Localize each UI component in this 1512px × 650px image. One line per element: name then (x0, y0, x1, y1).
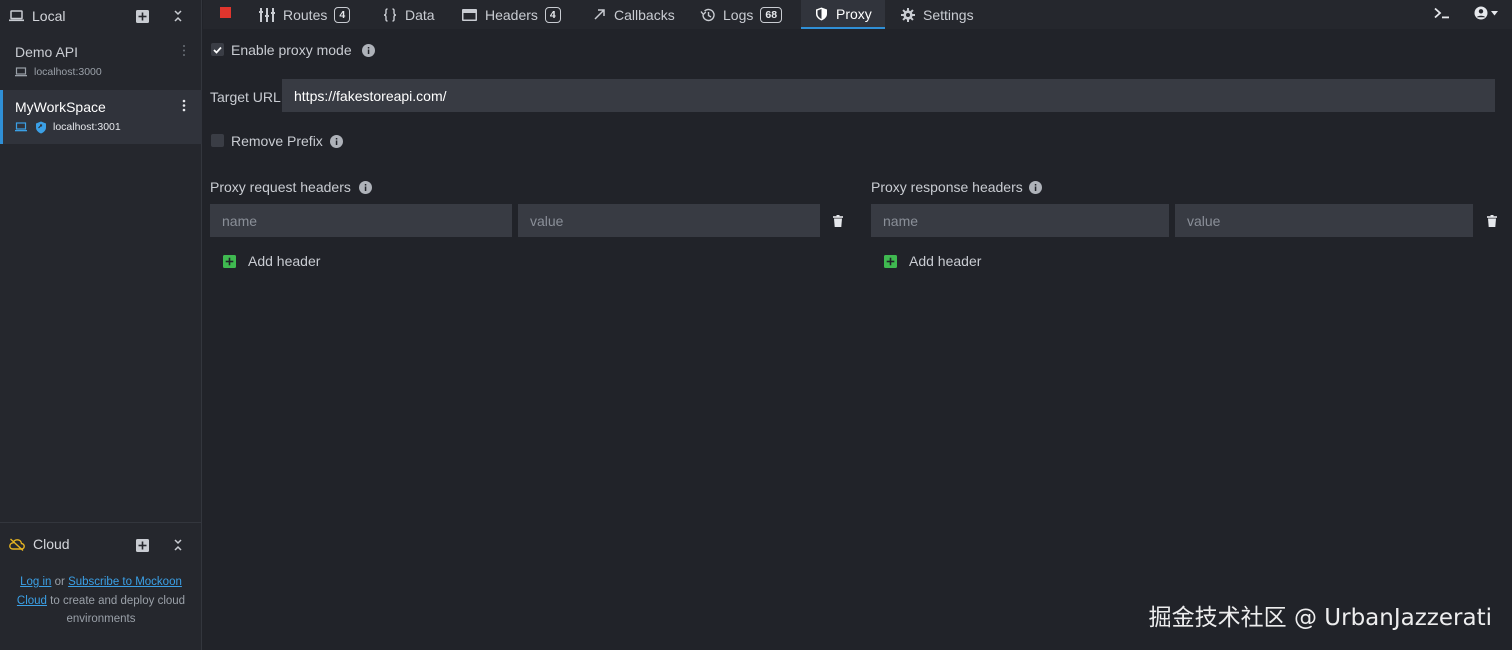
collapse-icon[interactable] (170, 537, 186, 553)
info-icon[interactable] (359, 181, 372, 194)
laptop-icon (15, 122, 27, 132)
logs-count-badge: 68 (760, 6, 783, 23)
cloud-section-header: Cloud (9, 536, 70, 552)
target-url-input[interactable] (282, 79, 1495, 112)
top-navigation: Routes 4 Data Headers 4 Callbacks Logs 6… (203, 0, 1512, 29)
account-icon[interactable] (1474, 6, 1498, 20)
response-headers-title: Proxy response headers (871, 179, 1023, 195)
add-environment-button[interactable] (134, 8, 150, 24)
enable-proxy-checkbox[interactable] (211, 43, 224, 56)
proxy-shield-icon (35, 121, 47, 134)
tab-label: Logs (723, 6, 754, 23)
plus-square-icon (223, 254, 236, 268)
add-request-header-button[interactable]: Add header (223, 253, 320, 269)
watermark: 掘金技术社区 @ UrbanJazzerati (1148, 605, 1492, 631)
collapse-icon[interactable] (170, 8, 186, 24)
tab-settings[interactable]: Settings (901, 0, 974, 29)
environment-item-demo-api[interactable]: Demo API localhost:3000 (0, 35, 202, 89)
info-icon[interactable] (362, 44, 375, 57)
response-header-name-input[interactable] (871, 204, 1169, 237)
headers-icon (462, 8, 477, 21)
info-icon[interactable] (1029, 181, 1042, 194)
tab-logs[interactable]: Logs 68 (700, 0, 783, 29)
cloud-section-title: Cloud (33, 536, 70, 552)
cloud-section: Cloud Log in or Subscribe to Mockoon Clou… (0, 522, 202, 650)
routes-icon (259, 7, 275, 22)
request-header-value-input[interactable] (518, 204, 820, 237)
subscribe-link[interactable]: Subscribe to Mockoon (68, 576, 182, 588)
environment-host: localhost:3000 (34, 66, 102, 78)
tab-label: Routes (283, 6, 328, 23)
cloud-promo-text: Log in or Subscribe to Mockoon Cloud to c… (8, 573, 194, 629)
stop-server-button[interactable] (220, 7, 231, 18)
laptop-icon (15, 67, 27, 77)
laptop-icon (9, 10, 24, 22)
enable-proxy-label: Enable proxy mode (231, 42, 352, 58)
sidebar: Local Demo API localhost:3000 MyWorkSpac… (0, 0, 202, 650)
local-section-title: Local (32, 8, 66, 24)
tab-proxy[interactable]: Proxy (801, 0, 885, 29)
tab-routes[interactable]: Routes 4 (259, 0, 351, 29)
add-cloud-environment-button[interactable] (134, 537, 150, 553)
login-link[interactable]: Log in (20, 576, 51, 588)
tab-label: Settings (923, 6, 974, 23)
tab-label: Headers (485, 6, 538, 23)
gear-icon (901, 7, 915, 22)
remove-prefix-label: Remove Prefix (231, 133, 323, 149)
arrow-icon (593, 8, 606, 21)
request-headers-title: Proxy request headers (210, 179, 351, 195)
or-text: or (51, 576, 69, 588)
routes-count-badge: 4 (334, 6, 351, 23)
add-response-header-button[interactable]: Add header (884, 253, 981, 269)
cloud-off-icon (9, 537, 25, 551)
headers-count-badge: 4 (544, 6, 561, 23)
tab-label: Callbacks (614, 6, 675, 23)
cloud-promo-rest: to create and deploy cloud environments (46, 594, 186, 626)
delete-header-icon[interactable] (833, 215, 843, 227)
local-section-header: Local (0, 0, 202, 32)
target-url-label: Target URL (210, 89, 281, 105)
proxy-settings-panel: Enable proxy mode Target URL Remove Pref… (203, 29, 1512, 650)
request-header-name-input[interactable] (210, 204, 512, 237)
info-icon[interactable] (330, 135, 343, 148)
shield-icon (815, 7, 828, 21)
environment-host: localhost:3001 (53, 121, 121, 133)
add-header-label: Add header (909, 253, 982, 269)
subscribe-link-cloud[interactable]: Cloud (17, 595, 47, 607)
tab-label: Data (405, 6, 435, 23)
terminal-icon[interactable] (1434, 7, 1450, 19)
more-options-icon[interactable] (182, 99, 186, 112)
environment-name: MyWorkSpace (15, 99, 106, 115)
history-icon (700, 8, 715, 22)
remove-prefix-checkbox[interactable] (211, 134, 224, 147)
more-options-icon[interactable] (182, 44, 186, 57)
environment-name: Demo API (15, 44, 79, 60)
tab-headers[interactable]: Headers 4 (462, 0, 561, 29)
tab-label: Proxy (836, 5, 872, 22)
braces-icon (383, 7, 397, 22)
plus-square-icon (884, 254, 897, 268)
add-header-label: Add header (248, 253, 321, 269)
response-header-value-input[interactable] (1175, 204, 1473, 237)
tab-data[interactable]: Data (383, 0, 435, 29)
tab-callbacks[interactable]: Callbacks (593, 0, 675, 29)
environment-item-myworkspace[interactable]: MyWorkSpace localhost:3001 (0, 90, 202, 144)
delete-header-icon[interactable] (1487, 215, 1497, 227)
